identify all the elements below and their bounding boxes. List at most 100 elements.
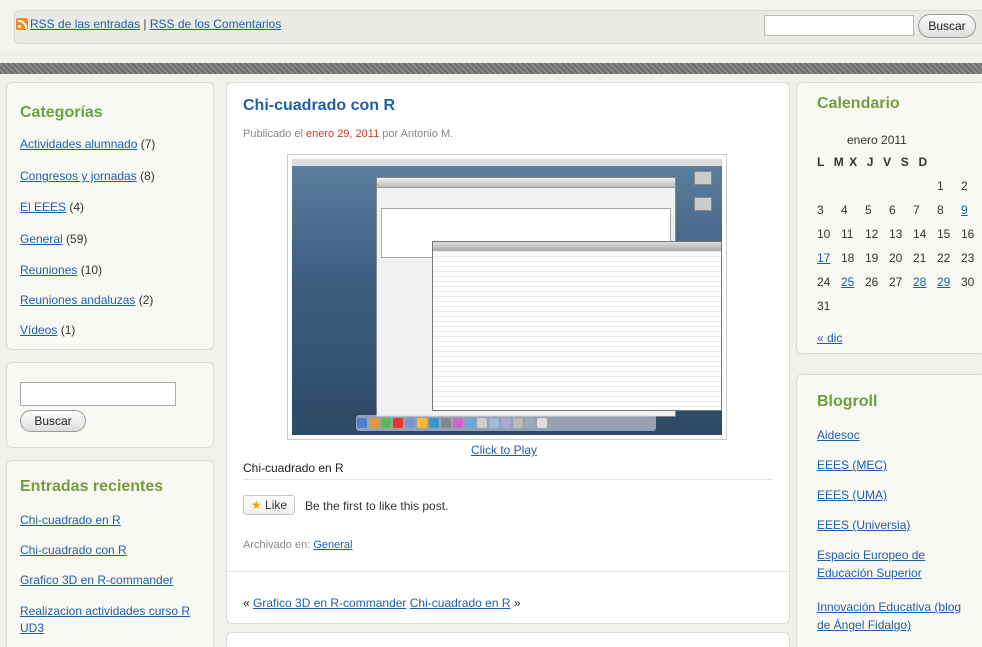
previous-post-link[interactable]: Grafico 3D en R-commander <box>253 596 406 610</box>
category-item: El EEES (4) <box>20 200 84 214</box>
calendar-day: 10 <box>817 227 831 241</box>
category-link[interactable]: General <box>20 232 63 246</box>
post-container: Chi-cuadrado con R Publicado el enero 29… <box>226 82 790 624</box>
click-to-play-link[interactable]: Click to Play <box>471 443 537 457</box>
calendar-day: 24 <box>817 275 831 289</box>
calendar-day: 12 <box>865 227 879 241</box>
sidebar-search-button[interactable]: Buscar <box>20 410 86 432</box>
calendar-week-row: 12 <box>817 179 982 203</box>
star-icon: ★ <box>250 498 262 512</box>
calendar-day: 14 <box>913 227 927 241</box>
calendar-day-link[interactable]: 29 <box>937 275 950 289</box>
rss-links: RSS de las entradas | RSS de los Comenta… <box>30 17 281 31</box>
calendar-day-link[interactable]: 9 <box>961 203 968 217</box>
category-link[interactable]: Reuniones <box>20 263 77 277</box>
video-caption: Chi-cuadrado en R <box>243 461 344 475</box>
category-count: (10) <box>80 263 103 277</box>
blogroll-box: Blogroll Aidesoc EEES (MEC) EEES (UMA) E… <box>796 374 982 647</box>
rss-separator: | <box>143 17 147 31</box>
calendar-day: 1 <box>937 179 944 193</box>
category-item: Actividades alumnado (7) <box>20 137 155 151</box>
video-thumbnail[interactable] <box>287 154 727 440</box>
calendar-day-link[interactable]: 25 <box>841 275 854 289</box>
meta-prefix: Publicado el <box>243 128 303 140</box>
calendar-day: 26 <box>865 275 879 289</box>
meta-author: por Antonio M. <box>382 128 454 140</box>
calendar-day: 18 <box>841 251 855 265</box>
category-link[interactable]: Actividades alumnado <box>20 137 137 151</box>
calendar-weekdays: L M X J V S D <box>817 155 929 169</box>
mac-dock <box>356 415 656 431</box>
calendar-day: 27 <box>889 275 903 289</box>
calendar-prev-month-link[interactable]: « dic <box>817 331 842 345</box>
blogroll-link[interactable]: Innovación Educativa (blog de Ángel Fida… <box>817 598 977 634</box>
category-item: General (59) <box>20 232 87 246</box>
category-link[interactable]: Congresos y jornadas <box>20 169 137 183</box>
rss-posts-link[interactable]: RSS de las entradas <box>30 17 140 31</box>
next-post-link[interactable]: Chi-cuadrado en R <box>410 596 511 610</box>
recent-posts-title: Entradas recientes <box>20 478 164 495</box>
calendar-day: 19 <box>865 251 879 265</box>
calendar-title: Calendario <box>817 95 900 112</box>
top-search-input[interactable] <box>764 15 914 36</box>
archived-prefix: Archivado en: <box>243 539 311 551</box>
calendar-day-link[interactable]: 17 <box>817 251 830 265</box>
mac-menubar <box>292 159 722 166</box>
categories-box <box>6 82 214 350</box>
calendar-week-row: 31 <box>817 299 982 323</box>
category-item: Reuniones (10) <box>20 263 102 277</box>
data-table-window <box>432 241 722 411</box>
sidebar-search-input[interactable] <box>20 382 176 406</box>
rss-comments-link[interactable]: RSS de los Comentarios <box>150 17 281 31</box>
archived-in: Archivado en: General <box>243 539 352 551</box>
category-link[interactable]: El EEES <box>20 200 66 214</box>
category-count: (8) <box>140 169 155 183</box>
calendar-day: 6 <box>889 203 896 217</box>
calendar-day: 11 <box>841 227 854 241</box>
calendar-week-row: 3 4 5 6 7 8 9 <box>817 203 982 227</box>
post-title[interactable]: Chi-cuadrado con R <box>243 97 395 115</box>
calendar-day: 8 <box>937 203 944 217</box>
top-bar: RSS de las entradas | RSS de los Comenta… <box>0 0 982 52</box>
nav-prev-arrow: « <box>243 596 250 610</box>
calendar-box: Calendario enero 2011 L M X J V S D 1234… <box>796 82 982 354</box>
post-navigation: « Grafico 3D en R-commander Chi-cuadrado… <box>243 596 521 610</box>
calendar-day: 15 <box>937 227 951 241</box>
divider <box>227 571 789 572</box>
post-meta: Publicado el enero 29, 2011 por Antonio … <box>243 128 453 140</box>
archived-category-link[interactable]: General <box>313 539 352 551</box>
like-text: Be the first to like this post. <box>305 499 449 513</box>
recent-post-link[interactable]: Grafico 3D en R-commander <box>20 573 173 587</box>
desktop-icons <box>694 171 716 231</box>
divider <box>243 479 773 480</box>
blogroll-link[interactable]: Aidesoc <box>817 426 977 444</box>
calendar-day: 31 <box>817 299 831 313</box>
like-button[interactable]: ★ Like <box>243 495 295 515</box>
blogroll-link[interactable]: Espacio Europeo de Educación Superior <box>817 546 977 582</box>
category-count: (7) <box>140 137 156 151</box>
recent-post-link[interactable]: Chi-cuadrado en R <box>20 513 121 527</box>
categories-title: Categorías <box>20 104 103 121</box>
category-link[interactable]: Reuniones andaluzas <box>20 293 135 307</box>
blogroll-link[interactable]: EEES (MEC) <box>817 456 977 474</box>
calendar-day: 16 <box>961 227 975 241</box>
calendar-week-row: 24 25 26 27 28 29 30 <box>817 275 982 299</box>
nav-next-arrow: » <box>513 596 521 610</box>
blogroll-link[interactable]: EEES (UMA) <box>817 486 977 504</box>
calendar-day: 4 <box>841 203 848 217</box>
blogroll-link[interactable]: EEES (Universia) <box>817 516 977 534</box>
calendar-day: 2 <box>961 179 968 193</box>
recent-post-link[interactable]: Chi-cuadrado con R <box>20 543 127 557</box>
top-search-button[interactable]: Buscar <box>918 14 976 38</box>
category-count: (2) <box>138 293 154 307</box>
calendar-grid: L M X J V S D 1 2 3 4 5 6 7 8 9 10 11 12 13 14 15 16 17 1… <box>817 155 982 323</box>
video-screenshot <box>292 159 722 435</box>
category-count: (1) <box>60 323 76 337</box>
recent-post-link[interactable]: Realizacion actividades curso R UD3 <box>20 603 206 637</box>
category-link[interactable]: Vídeos <box>20 323 57 337</box>
post-date-link[interactable]: enero 29, 2011 <box>306 128 379 140</box>
next-post-container <box>226 632 790 647</box>
calendar-day: 30 <box>961 275 975 289</box>
calendar-day-link[interactable]: 28 <box>913 275 926 289</box>
calendar-month: enero 2011 <box>847 133 907 147</box>
